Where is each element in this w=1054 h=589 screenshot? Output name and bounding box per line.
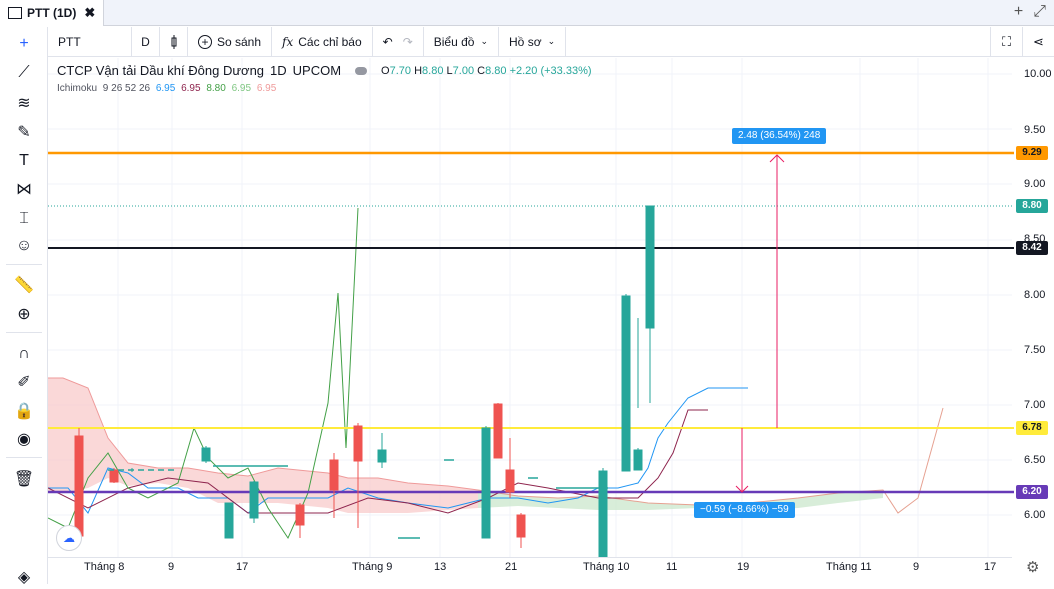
close-icon[interactable]: ✖ xyxy=(84,5,95,21)
chart-type-menu[interactable]: Biểu đồ ⌄ xyxy=(424,26,500,57)
price-tick: 7.50 xyxy=(1024,344,1046,356)
interval-label: D xyxy=(141,34,150,49)
date-tick: 13 xyxy=(434,561,447,573)
divider xyxy=(6,264,42,265)
zoom-in-icon[interactable]: ⊕ xyxy=(10,302,38,326)
legend-interval: 1D xyxy=(270,63,287,78)
lock-icon[interactable]: 🔒 xyxy=(10,399,38,423)
tab-title: PTT (1D) xyxy=(27,5,77,20)
share-icon[interactable]: ⋖ xyxy=(1022,27,1054,57)
ohlc-values: O7.70 H8.80 L7.00 C8.80 +2.20 (+33.33%) xyxy=(381,64,592,77)
date-tick: Tháng 9 xyxy=(352,561,393,573)
indicator-value: 6.95 xyxy=(155,83,176,94)
symbol-label: PTT xyxy=(58,34,81,49)
change-value: +2.20 (+33.33%) xyxy=(509,64,592,77)
pattern-icon[interactable]: ⋈ xyxy=(10,177,38,201)
date-tick: 17 xyxy=(984,561,997,573)
price-tick: 6.50 xyxy=(1024,454,1046,466)
eye-icon[interactable]: ◉ xyxy=(10,427,38,451)
legend-exchange: UPCOM xyxy=(292,63,342,78)
indicator-value: 6.95 xyxy=(231,83,252,94)
compare-label: So sánh xyxy=(217,34,262,49)
price-tag-black: 8.42 xyxy=(1016,241,1048,255)
price-tag-purple: 6.20 xyxy=(1016,485,1048,499)
indicator-value: 6.95 xyxy=(256,83,277,94)
date-tick: 9 xyxy=(168,561,175,573)
indicators-button[interactable]: fx Các chỉ báo xyxy=(272,26,373,57)
redo-icon[interactable]: ↷ xyxy=(403,35,413,49)
price-tag-last: 8.80 xyxy=(1016,199,1048,213)
chart-type-label: Biểu đồ xyxy=(433,34,475,49)
interval-button[interactable]: D xyxy=(132,26,160,57)
chart-tab[interactable]: PTT (1D) ✖ xyxy=(0,0,105,26)
profile-label: Hồ sơ xyxy=(509,34,542,49)
price-tag-yellow: 6.78 xyxy=(1016,421,1048,435)
indicators-label: Các chỉ báo xyxy=(298,34,362,49)
chevron-down-icon: ⌄ xyxy=(547,36,556,46)
crosshair-icon[interactable]: + xyxy=(10,32,38,56)
trash-icon[interactable]: 🗑 xyxy=(10,467,38,491)
date-tick: 11 xyxy=(666,561,678,573)
title-bar: PTT (1D) ✖ + ⤢ xyxy=(0,0,1054,26)
date-tick: Tháng 11 xyxy=(826,561,872,573)
price-tick: 7.00 xyxy=(1024,399,1046,411)
measure-down-label[interactable]: −0.59 (−8.66%) −59 xyxy=(694,502,795,518)
fib-icon[interactable]: ≋ xyxy=(10,91,38,115)
lock-drawing-icon[interactable]: ✐ xyxy=(10,370,38,394)
symbol-search[interactable]: PTT xyxy=(48,26,132,57)
date-tick: Tháng 10 xyxy=(583,561,630,573)
ruler-icon[interactable]: 📏 xyxy=(10,273,38,297)
plus-circle-icon: + xyxy=(198,34,212,49)
gear-icon[interactable]: ⚙ xyxy=(1026,558,1039,576)
indicator-name: Ichimoku xyxy=(57,83,98,94)
emoji-icon[interactable]: ☺ xyxy=(10,234,38,258)
expand-icon[interactable]: ⤢ xyxy=(1033,3,1046,21)
date-tick: 21 xyxy=(505,561,518,573)
brush-icon[interactable]: ✎ xyxy=(10,120,38,144)
legend-toggle-icon[interactable] xyxy=(355,66,368,75)
candles-icon xyxy=(171,34,177,49)
indicator-value: 6.95 xyxy=(181,83,201,94)
cloud-icon[interactable]: ☁ xyxy=(56,525,82,551)
price-tick: 8.00 xyxy=(1024,289,1046,301)
magnet-icon[interactable]: ∩ xyxy=(10,342,38,366)
fx-icon: fx xyxy=(282,34,294,49)
undo-redo: ↶ ↷ xyxy=(373,26,424,57)
layers-icon[interactable]: ◈ xyxy=(10,565,38,589)
undo-icon[interactable]: ↶ xyxy=(383,35,393,49)
chevron-down-icon: ⌄ xyxy=(480,36,489,46)
price-tag-orange: 9.29 xyxy=(1016,146,1048,160)
date-tick: 17 xyxy=(236,561,249,573)
drawing-toolbar: + ⟋ ≋ ✎ T ⋈ ⌶ ☺ 📏 ⊕ ∩ ✐ 🔒 ◉ 🗑 ◈ xyxy=(0,27,48,586)
top-toolbar: PTT D + So sánh fx Các chỉ báo ↶ ↷ Biểu … xyxy=(48,26,1054,57)
symbol-legend: CTCP Vận tải Dầu khí Đông Dương 1D UPCOM… xyxy=(57,63,592,78)
date-tick: 9 xyxy=(913,561,920,573)
company-name: CTCP Vận tải Dầu khí Đông Dương xyxy=(57,63,265,78)
price-tick: 9.50 xyxy=(1024,124,1046,136)
profile-menu[interactable]: Hồ sơ ⌄ xyxy=(499,26,567,57)
fullscreen-icon[interactable]: ⛶ xyxy=(990,27,1022,57)
measure-up-label[interactable]: 2.48 (36.54%) 248 xyxy=(732,128,827,144)
price-tick: 6.00 xyxy=(1024,509,1046,521)
date-tick: 19 xyxy=(737,561,750,573)
date-tick: Tháng 8 xyxy=(84,561,125,573)
text-icon[interactable]: T xyxy=(10,149,38,173)
trend-line-icon[interactable]: ⟋ xyxy=(10,61,38,85)
add-icon[interactable]: + xyxy=(1014,3,1023,21)
chart-icon xyxy=(8,6,22,19)
indicator-legend[interactable]: Ichimoku 9 26 52 26 6.95 6.95 8.80 6.95 … xyxy=(57,83,279,94)
indicator-value: 8.80 xyxy=(206,83,226,94)
measure-icon[interactable]: ⌶ xyxy=(10,207,38,231)
price-tick: 9.00 xyxy=(1024,178,1046,190)
compare-button[interactable]: + So sánh xyxy=(188,26,273,57)
chart-style-button[interactable] xyxy=(160,26,188,57)
price-tick: 10.00 xyxy=(1024,68,1052,80)
divider xyxy=(6,332,42,333)
divider xyxy=(6,457,42,458)
indicator-params: 9 26 52 26 xyxy=(102,83,151,94)
chart-canvas[interactable] xyxy=(48,58,1054,558)
